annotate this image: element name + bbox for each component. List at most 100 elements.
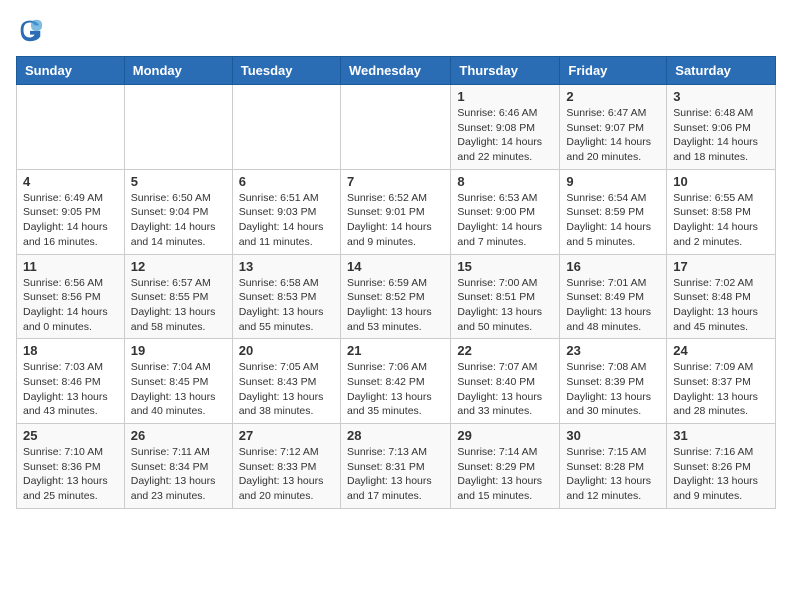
day-info: Sunrise: 7:02 AM Sunset: 8:48 PM Dayligh… (673, 276, 769, 335)
day-info: Sunrise: 6:48 AM Sunset: 9:06 PM Dayligh… (673, 106, 769, 165)
calendar-header: SundayMondayTuesdayWednesdayThursdayFrid… (17, 57, 776, 85)
day-number: 8 (457, 174, 553, 189)
day-info: Sunrise: 6:52 AM Sunset: 9:01 PM Dayligh… (347, 191, 444, 250)
calendar-cell (124, 85, 232, 170)
day-number: 29 (457, 428, 553, 443)
day-number: 28 (347, 428, 444, 443)
calendar-cell: 8Sunrise: 6:53 AM Sunset: 9:00 PM Daylig… (451, 169, 560, 254)
logo (16, 16, 48, 44)
calendar-cell: 3Sunrise: 6:48 AM Sunset: 9:06 PM Daylig… (667, 85, 776, 170)
calendar-week-row: 4Sunrise: 6:49 AM Sunset: 9:05 PM Daylig… (17, 169, 776, 254)
day-number: 27 (239, 428, 334, 443)
calendar-cell: 2Sunrise: 6:47 AM Sunset: 9:07 PM Daylig… (560, 85, 667, 170)
calendar-cell: 12 Sunrise: 6:57 AM Sunset: 8:55 PM Dayli… (124, 254, 232, 339)
day-number: 11 (23, 259, 118, 274)
day-info: Sunrise: 6:59 AM Sunset: 8:52 PM Dayligh… (347, 276, 444, 335)
weekday-header-tuesday: Tuesday (232, 57, 340, 85)
calendar-cell: 13 Sunrise: 6:58 AM Sunset: 8:53 PM Dayli… (232, 254, 340, 339)
calendar-cell: 1 Sunrise: 6:46 AM Sunset: 9:08 PM Daylig… (451, 85, 560, 170)
day-number: 13 (239, 259, 334, 274)
calendar-cell: 5Sunrise: 6:50 AM Sunset: 9:04 PM Daylig… (124, 169, 232, 254)
calendar-cell: 23 Sunrise: 7:08 AM Sunset: 8:39 PM Dayli… (560, 339, 667, 424)
day-info: Sunrise: 6:55 AM Sunset: 8:58 PM Dayligh… (673, 191, 769, 250)
calendar-cell (232, 85, 340, 170)
calendar-cell: 26 Sunrise: 7:11 AM Sunset: 8:34 PM Dayli… (124, 424, 232, 509)
day-info: Sunrise: 6:46 AM Sunset: 9:08 PM Dayligh… (457, 106, 553, 165)
day-number: 12 (131, 259, 226, 274)
day-number: 18 (23, 343, 118, 358)
calendar-cell: 31 Sunrise: 7:16 AM Sunset: 8:26 PM Dayli… (667, 424, 776, 509)
calendar-cell: 11 Sunrise: 6:56 AM Sunset: 8:56 PM Dayli… (17, 254, 125, 339)
day-number: 22 (457, 343, 553, 358)
day-info: Sunrise: 7:08 AM Sunset: 8:39 PM Dayligh… (566, 360, 660, 419)
weekday-header-sunday: Sunday (17, 57, 125, 85)
day-info: Sunrise: 6:47 AM Sunset: 9:07 PM Dayligh… (566, 106, 660, 165)
calendar-cell: 21 Sunrise: 7:06 AM Sunset: 8:42 PM Dayli… (340, 339, 450, 424)
day-number: 10 (673, 174, 769, 189)
day-info: Sunrise: 7:10 AM Sunset: 8:36 PM Dayligh… (23, 445, 118, 504)
day-info: Sunrise: 6:50 AM Sunset: 9:04 PM Dayligh… (131, 191, 226, 250)
day-info: Sunrise: 7:03 AM Sunset: 8:46 PM Dayligh… (23, 360, 118, 419)
day-info: Sunrise: 6:56 AM Sunset: 8:56 PM Dayligh… (23, 276, 118, 335)
day-info: Sunrise: 6:54 AM Sunset: 8:59 PM Dayligh… (566, 191, 660, 250)
day-number: 14 (347, 259, 444, 274)
day-number: 1 (457, 89, 553, 104)
calendar-cell: 7 Sunrise: 6:52 AM Sunset: 9:01 PM Daylig… (340, 169, 450, 254)
day-number: 6 (239, 174, 334, 189)
weekday-header-wednesday: Wednesday (340, 57, 450, 85)
calendar-cell: 20 Sunrise: 7:05 AM Sunset: 8:43 PM Dayli… (232, 339, 340, 424)
day-number: 21 (347, 343, 444, 358)
day-number: 23 (566, 343, 660, 358)
calendar-cell: 9 Sunrise: 6:54 AM Sunset: 8:59 PM Daylig… (560, 169, 667, 254)
day-info: Sunrise: 7:16 AM Sunset: 8:26 PM Dayligh… (673, 445, 769, 504)
day-info: Sunrise: 7:12 AM Sunset: 8:33 PM Dayligh… (239, 445, 334, 504)
day-info: Sunrise: 7:11 AM Sunset: 8:34 PM Dayligh… (131, 445, 226, 504)
calendar-week-row: 18 Sunrise: 7:03 AM Sunset: 8:46 PM Dayli… (17, 339, 776, 424)
calendar-cell: 24Sunrise: 7:09 AM Sunset: 8:37 PM Dayli… (667, 339, 776, 424)
calendar-body: 1 Sunrise: 6:46 AM Sunset: 9:08 PM Daylig… (17, 85, 776, 509)
day-info: Sunrise: 7:13 AM Sunset: 8:31 PM Dayligh… (347, 445, 444, 504)
calendar-cell: 30 Sunrise: 7:15 AM Sunset: 8:28 PM Dayli… (560, 424, 667, 509)
calendar-cell: 14 Sunrise: 6:59 AM Sunset: 8:52 PM Dayli… (340, 254, 450, 339)
day-number: 25 (23, 428, 118, 443)
day-info: Sunrise: 6:57 AM Sunset: 8:55 PM Dayligh… (131, 276, 226, 335)
day-info: Sunrise: 7:07 AM Sunset: 8:40 PM Dayligh… (457, 360, 553, 419)
weekday-header-monday: Monday (124, 57, 232, 85)
day-info: Sunrise: 6:58 AM Sunset: 8:53 PM Dayligh… (239, 276, 334, 335)
calendar-cell: 22 Sunrise: 7:07 AM Sunset: 8:40 PM Dayli… (451, 339, 560, 424)
day-info: Sunrise: 7:04 AM Sunset: 8:45 PM Dayligh… (131, 360, 226, 419)
day-info: Sunrise: 6:51 AM Sunset: 9:03 PM Dayligh… (239, 191, 334, 250)
day-number: 7 (347, 174, 444, 189)
calendar-cell (340, 85, 450, 170)
day-number: 24 (673, 343, 769, 358)
day-number: 19 (131, 343, 226, 358)
calendar-cell: 10 Sunrise: 6:55 AM Sunset: 8:58 PM Dayli… (667, 169, 776, 254)
day-number: 4 (23, 174, 118, 189)
calendar-cell: 25 Sunrise: 7:10 AM Sunset: 8:36 PM Dayli… (17, 424, 125, 509)
day-number: 30 (566, 428, 660, 443)
day-info: Sunrise: 7:05 AM Sunset: 8:43 PM Dayligh… (239, 360, 334, 419)
calendar-cell: 19 Sunrise: 7:04 AM Sunset: 8:45 PM Dayli… (124, 339, 232, 424)
calendar-cell: 6 Sunrise: 6:51 AM Sunset: 9:03 PM Daylig… (232, 169, 340, 254)
day-number: 16 (566, 259, 660, 274)
day-info: Sunrise: 7:15 AM Sunset: 8:28 PM Dayligh… (566, 445, 660, 504)
weekday-header-thursday: Thursday (451, 57, 560, 85)
calendar-cell: 27 Sunrise: 7:12 AM Sunset: 8:33 PM Dayli… (232, 424, 340, 509)
logo-icon (16, 16, 44, 44)
calendar-cell: 15Sunrise: 7:00 AM Sunset: 8:51 PM Dayli… (451, 254, 560, 339)
calendar-cell: 16 Sunrise: 7:01 AM Sunset: 8:49 PM Dayli… (560, 254, 667, 339)
calendar-cell: 17Sunrise: 7:02 AM Sunset: 8:48 PM Dayli… (667, 254, 776, 339)
day-info: Sunrise: 7:06 AM Sunset: 8:42 PM Dayligh… (347, 360, 444, 419)
calendar-cell (17, 85, 125, 170)
calendar-week-row: 11 Sunrise: 6:56 AM Sunset: 8:56 PM Dayli… (17, 254, 776, 339)
weekday-header-saturday: Saturday (667, 57, 776, 85)
day-info: Sunrise: 7:01 AM Sunset: 8:49 PM Dayligh… (566, 276, 660, 335)
day-number: 26 (131, 428, 226, 443)
day-number: 9 (566, 174, 660, 189)
calendar-cell: 28 Sunrise: 7:13 AM Sunset: 8:31 PM Dayli… (340, 424, 450, 509)
calendar-week-row: 25 Sunrise: 7:10 AM Sunset: 8:36 PM Dayli… (17, 424, 776, 509)
calendar-cell: 4Sunrise: 6:49 AM Sunset: 9:05 PM Daylig… (17, 169, 125, 254)
day-number: 20 (239, 343, 334, 358)
day-number: 31 (673, 428, 769, 443)
page-header (16, 16, 776, 44)
